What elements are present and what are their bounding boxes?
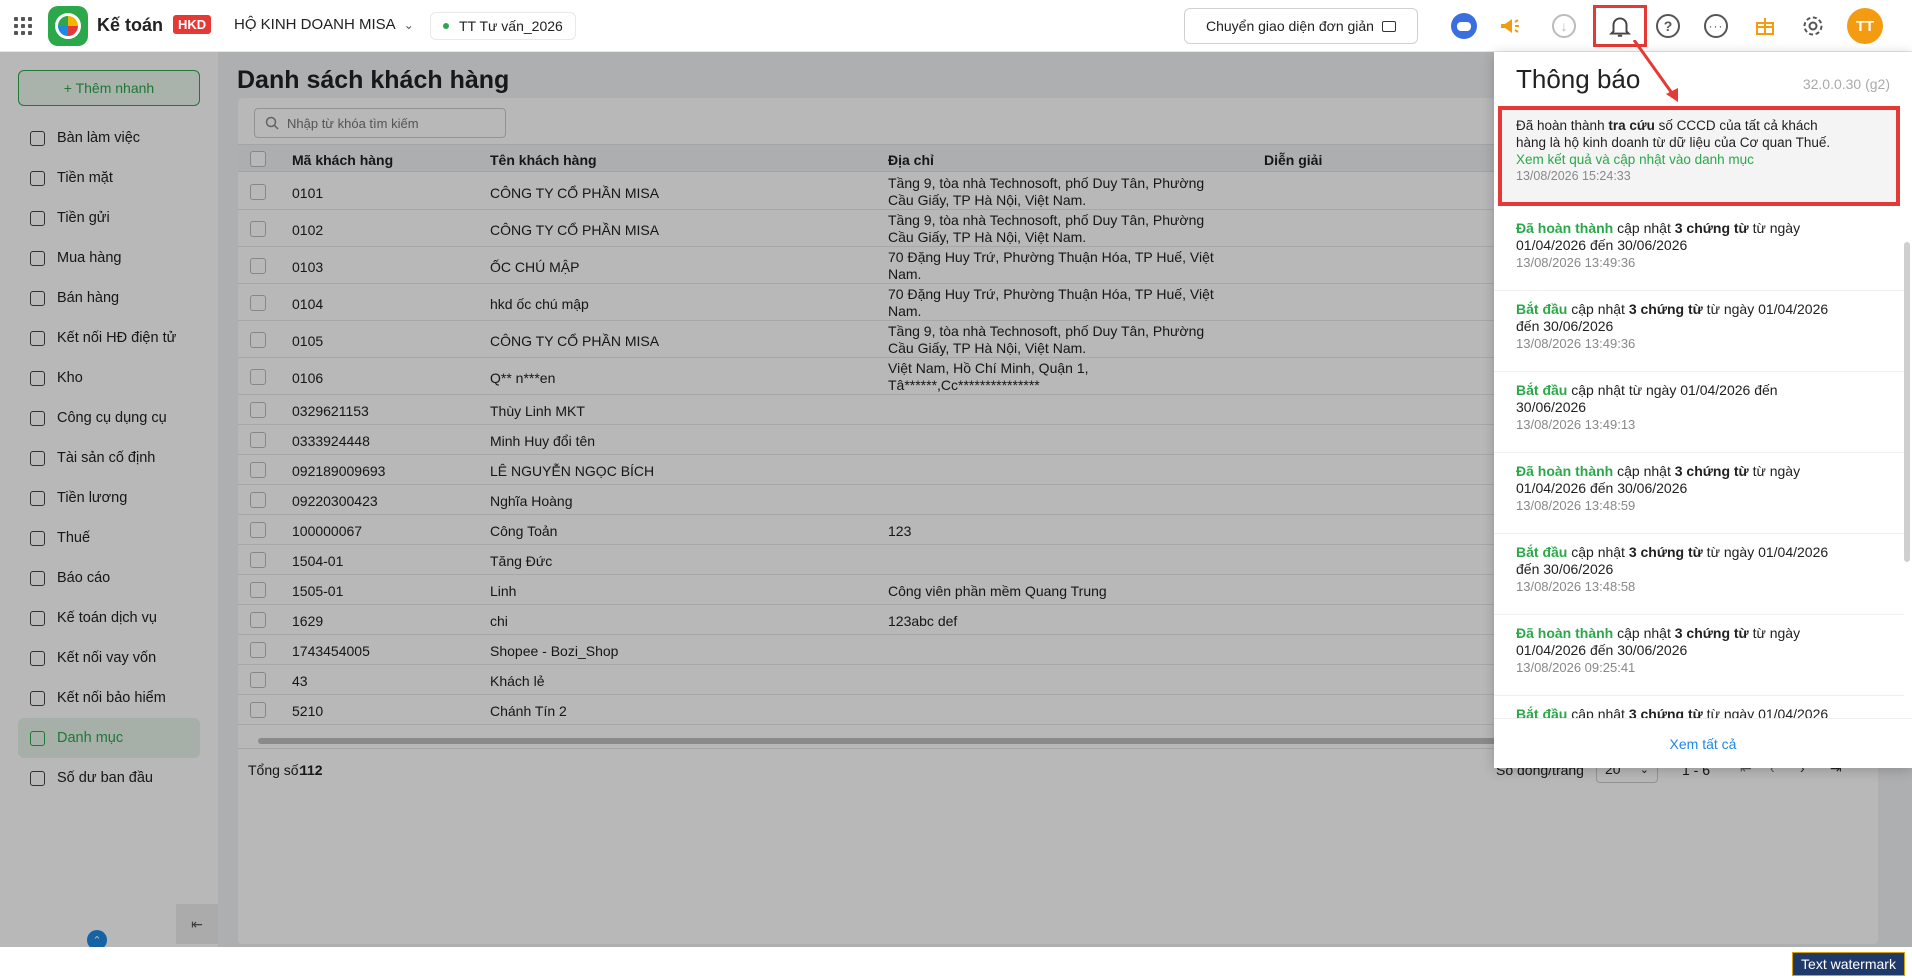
notification-time: 13/08/2026 13:49:36 bbox=[1516, 336, 1636, 351]
notification-text: Bắt đầu cập nhật 3 chứng từ từ ngày 01/0… bbox=[1516, 301, 1829, 317]
notification-item[interactable]: Bắt đầu cập nhật 3 chứng từ từ ngày 01/0… bbox=[1494, 696, 1904, 718]
notification-time: 13/08/2026 15:24:33 bbox=[1516, 169, 1631, 183]
notification-time: 13/08/2026 13:48:58 bbox=[1516, 579, 1636, 594]
notification-text-line2: 01/04/2026 đến 30/06/2026 bbox=[1516, 480, 1688, 496]
notification-item[interactable]: Bắt đầu cập nhật từ ngày 01/04/2026 đến 3… bbox=[1494, 372, 1904, 453]
notification-text: Bắt đầu cập nhật 3 chứng từ từ ngày 01/0… bbox=[1516, 706, 1829, 718]
help-icon[interactable]: ? bbox=[1656, 14, 1680, 38]
apps-grid-icon[interactable] bbox=[14, 17, 32, 35]
view-all-link[interactable]: Xem tất cả bbox=[1494, 718, 1912, 768]
chevron-down-icon: ⌄ bbox=[403, 17, 414, 32]
app-logo bbox=[48, 6, 88, 46]
app-badge: HKD bbox=[173, 15, 212, 34]
top-bar: Kế toán HKD HỘ KINH DOANH MISA ⌄ TT Tư v… bbox=[0, 0, 1912, 52]
notification-text: Đã hoàn thành cập nhật 3 chứng từ từ ngà… bbox=[1516, 220, 1801, 236]
notification-title: Thông báo bbox=[1516, 64, 1641, 94]
bottom-strip bbox=[0, 947, 1912, 978]
notification-text-line2: hàng là hộ kinh doanh từ dữ liệu của Cơ … bbox=[1516, 135, 1831, 150]
notification-text: Đã hoàn thành tra cứu số CCCD của tất cả… bbox=[1516, 118, 1818, 133]
gear-icon[interactable] bbox=[1800, 13, 1826, 39]
monitor-icon bbox=[1381, 20, 1396, 32]
notification-item[interactable]: Bắt đầu cập nhật 3 chứng từ từ ngày 01/0… bbox=[1494, 291, 1904, 372]
gift-icon[interactable] bbox=[1752, 13, 1778, 39]
notification-text-line2: 01/04/2026 đến 30/06/2026 bbox=[1516, 642, 1688, 658]
notification-list: Đã hoàn thành cập nhật 3 chứng từ từ ngà… bbox=[1494, 210, 1904, 718]
ai-bot-icon[interactable] bbox=[1451, 13, 1477, 39]
notification-time: 13/08/2026 09:25:41 bbox=[1516, 660, 1636, 675]
notification-item[interactable]: Đã hoàn thành cập nhật 3 chứng từ từ ngà… bbox=[1494, 615, 1904, 696]
status-dot-icon bbox=[443, 23, 449, 29]
switch-ui-label: Chuyển giao diện đơn giản bbox=[1206, 18, 1374, 34]
notification-link[interactable]: Xem kết quả và cập nhật vào danh mục bbox=[1516, 151, 1882, 168]
notification-text: Đã hoàn thành cập nhật 3 chứng từ từ ngà… bbox=[1516, 463, 1801, 479]
notification-text-line2: đến 30/06/2026 bbox=[1516, 318, 1614, 334]
notification-text-line2: đến 30/06/2026 bbox=[1516, 561, 1614, 577]
notification-item-highlighted[interactable]: Đã hoàn thành tra cứu số CCCD của tất cả… bbox=[1498, 106, 1900, 206]
annotation-arrow bbox=[1632, 40, 1678, 102]
notification-scrollbar[interactable] bbox=[1904, 242, 1910, 562]
notification-item[interactable]: Đã hoàn thành cập nhật 3 chứng từ từ ngà… bbox=[1494, 453, 1904, 534]
notification-text: Bắt đầu cập nhật từ ngày 01/04/2026 đến bbox=[1516, 382, 1778, 398]
notification-text-line2: 30/06/2026 bbox=[1516, 399, 1587, 415]
switch-ui-button[interactable]: Chuyển giao diện đơn giản bbox=[1184, 8, 1418, 44]
notification-panel: Thông báo 32.0.0.30 (g2) Đã hoàn thành t… bbox=[1494, 52, 1912, 768]
business-name: HỘ KINH DOANH MISA bbox=[234, 16, 396, 33]
more-icon[interactable]: ··· bbox=[1704, 14, 1728, 38]
notification-time: 13/08/2026 13:48:59 bbox=[1516, 498, 1636, 513]
app-name: Kế toán bbox=[97, 15, 164, 35]
watermark: Text watermark bbox=[1792, 952, 1905, 976]
notification-time: 13/08/2026 13:49:36 bbox=[1516, 255, 1636, 270]
notification-text: Bắt đầu cập nhật 3 chứng từ từ ngày 01/0… bbox=[1516, 544, 1829, 560]
app-version: 32.0.0.30 (g2) bbox=[1802, 76, 1890, 92]
business-selector[interactable]: HỘ KINH DOANH MISA ⌄ bbox=[234, 16, 414, 33]
notification-text: Đã hoàn thành cập nhật 3 chứng từ từ ngà… bbox=[1516, 625, 1801, 641]
notification-text-line2: 01/04/2026 đến 30/06/2026 bbox=[1516, 237, 1688, 253]
megaphone-icon[interactable] bbox=[1497, 13, 1523, 39]
dataset-selector[interactable]: TT Tư vấn_2026 bbox=[430, 12, 576, 40]
notification-time: 13/08/2026 13:49:13 bbox=[1516, 417, 1636, 432]
notification-item[interactable]: Đã hoàn thành cập nhật 3 chứng từ từ ngà… bbox=[1494, 210, 1904, 291]
download-icon[interactable]: ↓ bbox=[1552, 14, 1576, 38]
notification-item[interactable]: Bắt đầu cập nhật 3 chứng từ từ ngày 01/0… bbox=[1494, 534, 1904, 615]
avatar[interactable]: TT bbox=[1847, 8, 1883, 44]
dataset-name: TT Tư vấn_2026 bbox=[459, 18, 563, 34]
